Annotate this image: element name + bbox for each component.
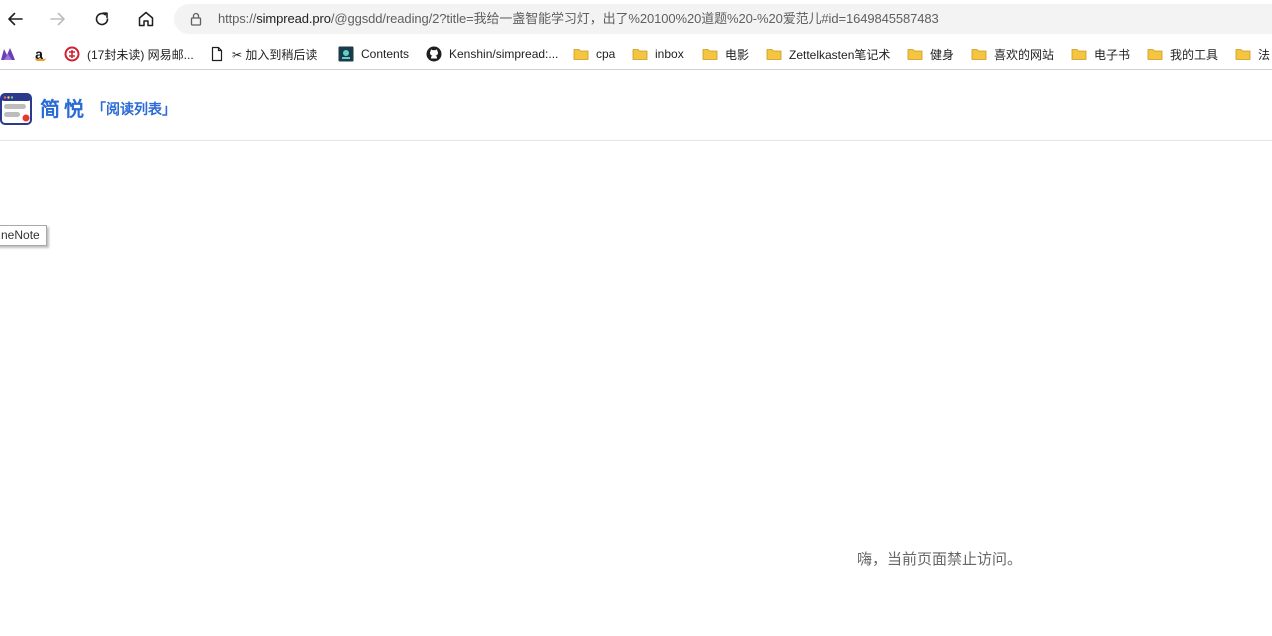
browser-toolbar: https://simpread.pro/@ggsdd/reading/2?ti… xyxy=(0,0,1272,38)
browser-window: https://simpread.pro/@ggsdd/reading/2?ti… xyxy=(0,0,1272,636)
bookmark-read-later[interactable]: ✂ 加入到稍后读 xyxy=(209,42,317,66)
page-header: 简悦 「阅读列表」 xyxy=(0,71,1272,141)
app-title[interactable]: 简悦 xyxy=(40,95,88,123)
bookmark-folder-inbox[interactable]: inbox xyxy=(632,42,684,66)
purple-app-icon xyxy=(1,48,15,60)
bookmark-label: Zettelkasten笔记术 xyxy=(789,47,891,62)
url-host: simpread.pro xyxy=(256,11,331,26)
bookmark-label: inbox xyxy=(655,47,684,61)
url-text[interactable]: https://simpread.pro/@ggsdd/reading/2?ti… xyxy=(218,10,939,28)
home-icon xyxy=(138,11,154,27)
folder-icon xyxy=(1071,49,1087,60)
bookmark-amazon[interactable]: a xyxy=(31,42,54,66)
bookmark-label: Contents xyxy=(361,47,410,61)
bookmark-netease-mail[interactable]: (17封未读) 网易邮... xyxy=(64,42,194,66)
address-bar[interactable]: https://simpread.pro/@ggsdd/reading/2?ti… xyxy=(174,4,1272,34)
folder-icon xyxy=(766,49,782,60)
bookmark-contents[interactable]: Contents xyxy=(338,42,409,66)
github-icon xyxy=(426,46,442,62)
folder-icon xyxy=(632,49,648,60)
bookmark-purple-app[interactable] xyxy=(0,42,23,66)
bookmark-label: 健身 xyxy=(930,47,955,62)
bookmark-folder-ebooks[interactable]: 电子书 xyxy=(1071,42,1130,66)
folder-icon xyxy=(702,49,718,60)
folder-icon xyxy=(971,49,987,60)
bookmark-label: ✂ 加入到稍后读 xyxy=(232,47,318,62)
bookmark-label: 电影 xyxy=(725,47,750,62)
reading-list-link[interactable]: 「阅读列表」 xyxy=(92,99,176,121)
bookmark-github[interactable]: Kenshin/simpread:... xyxy=(426,42,558,66)
onenote-chip[interactable]: neNote xyxy=(0,225,47,246)
forward-button[interactable] xyxy=(44,5,72,33)
bookmark-label: 喜欢的网站 xyxy=(994,47,1055,62)
bookmark-folder-fitness[interactable]: 健身 xyxy=(907,42,954,66)
bookmark-label: 电子书 xyxy=(1094,47,1131,62)
arrow-left-icon xyxy=(8,12,23,26)
bookmarks-bar: a (17封未读) 网易邮... ✂ 加入到稍后读 Contents Kensh… xyxy=(0,38,1272,70)
bookmark-label: Kenshin/simpread:... xyxy=(449,47,559,61)
folder-icon xyxy=(1147,49,1163,60)
bookmark-label: 我的工具 xyxy=(1170,47,1219,62)
bookmark-folder-my-tools[interactable]: 我的工具 xyxy=(1147,42,1218,66)
folder-icon xyxy=(573,49,589,60)
back-button[interactable] xyxy=(1,5,29,33)
bookmark-folder-zettelkasten[interactable]: Zettelkasten笔记术 xyxy=(766,42,890,66)
url-scheme: https:// xyxy=(218,11,257,26)
simpread-logo-icon[interactable] xyxy=(0,93,32,125)
bookmark-folder-law[interactable]: 法 xyxy=(1235,42,1270,66)
folder-icon xyxy=(907,49,923,60)
page-icon xyxy=(211,46,223,62)
bookmark-label: 法 xyxy=(1258,47,1271,62)
bookmark-folder-favorite-sites[interactable]: 喜欢的网站 xyxy=(971,42,1054,66)
url-path: /@ggsdd/reading/2?title=我给一盏智能学习灯，出了%201… xyxy=(330,11,939,26)
home-button[interactable] xyxy=(132,5,160,33)
bookmark-folder-movies[interactable]: 电影 xyxy=(702,42,749,66)
netease-mail-icon xyxy=(64,46,80,62)
bookmark-folder-cpa[interactable]: cpa xyxy=(573,42,615,66)
contents-icon xyxy=(338,46,354,62)
amazon-smile-mark xyxy=(35,58,46,61)
bookmark-label: cpa xyxy=(596,47,616,61)
bookmark-label: (17封未读) 网易邮... xyxy=(87,47,194,62)
reload-button[interactable] xyxy=(88,5,116,33)
reload-icon xyxy=(95,12,109,26)
arrow-right-icon xyxy=(50,12,65,26)
lock-icon[interactable] xyxy=(188,11,204,27)
access-forbidden-message: 嗨，当前页面禁止访问。 xyxy=(857,550,1023,568)
folder-icon xyxy=(1235,49,1251,60)
